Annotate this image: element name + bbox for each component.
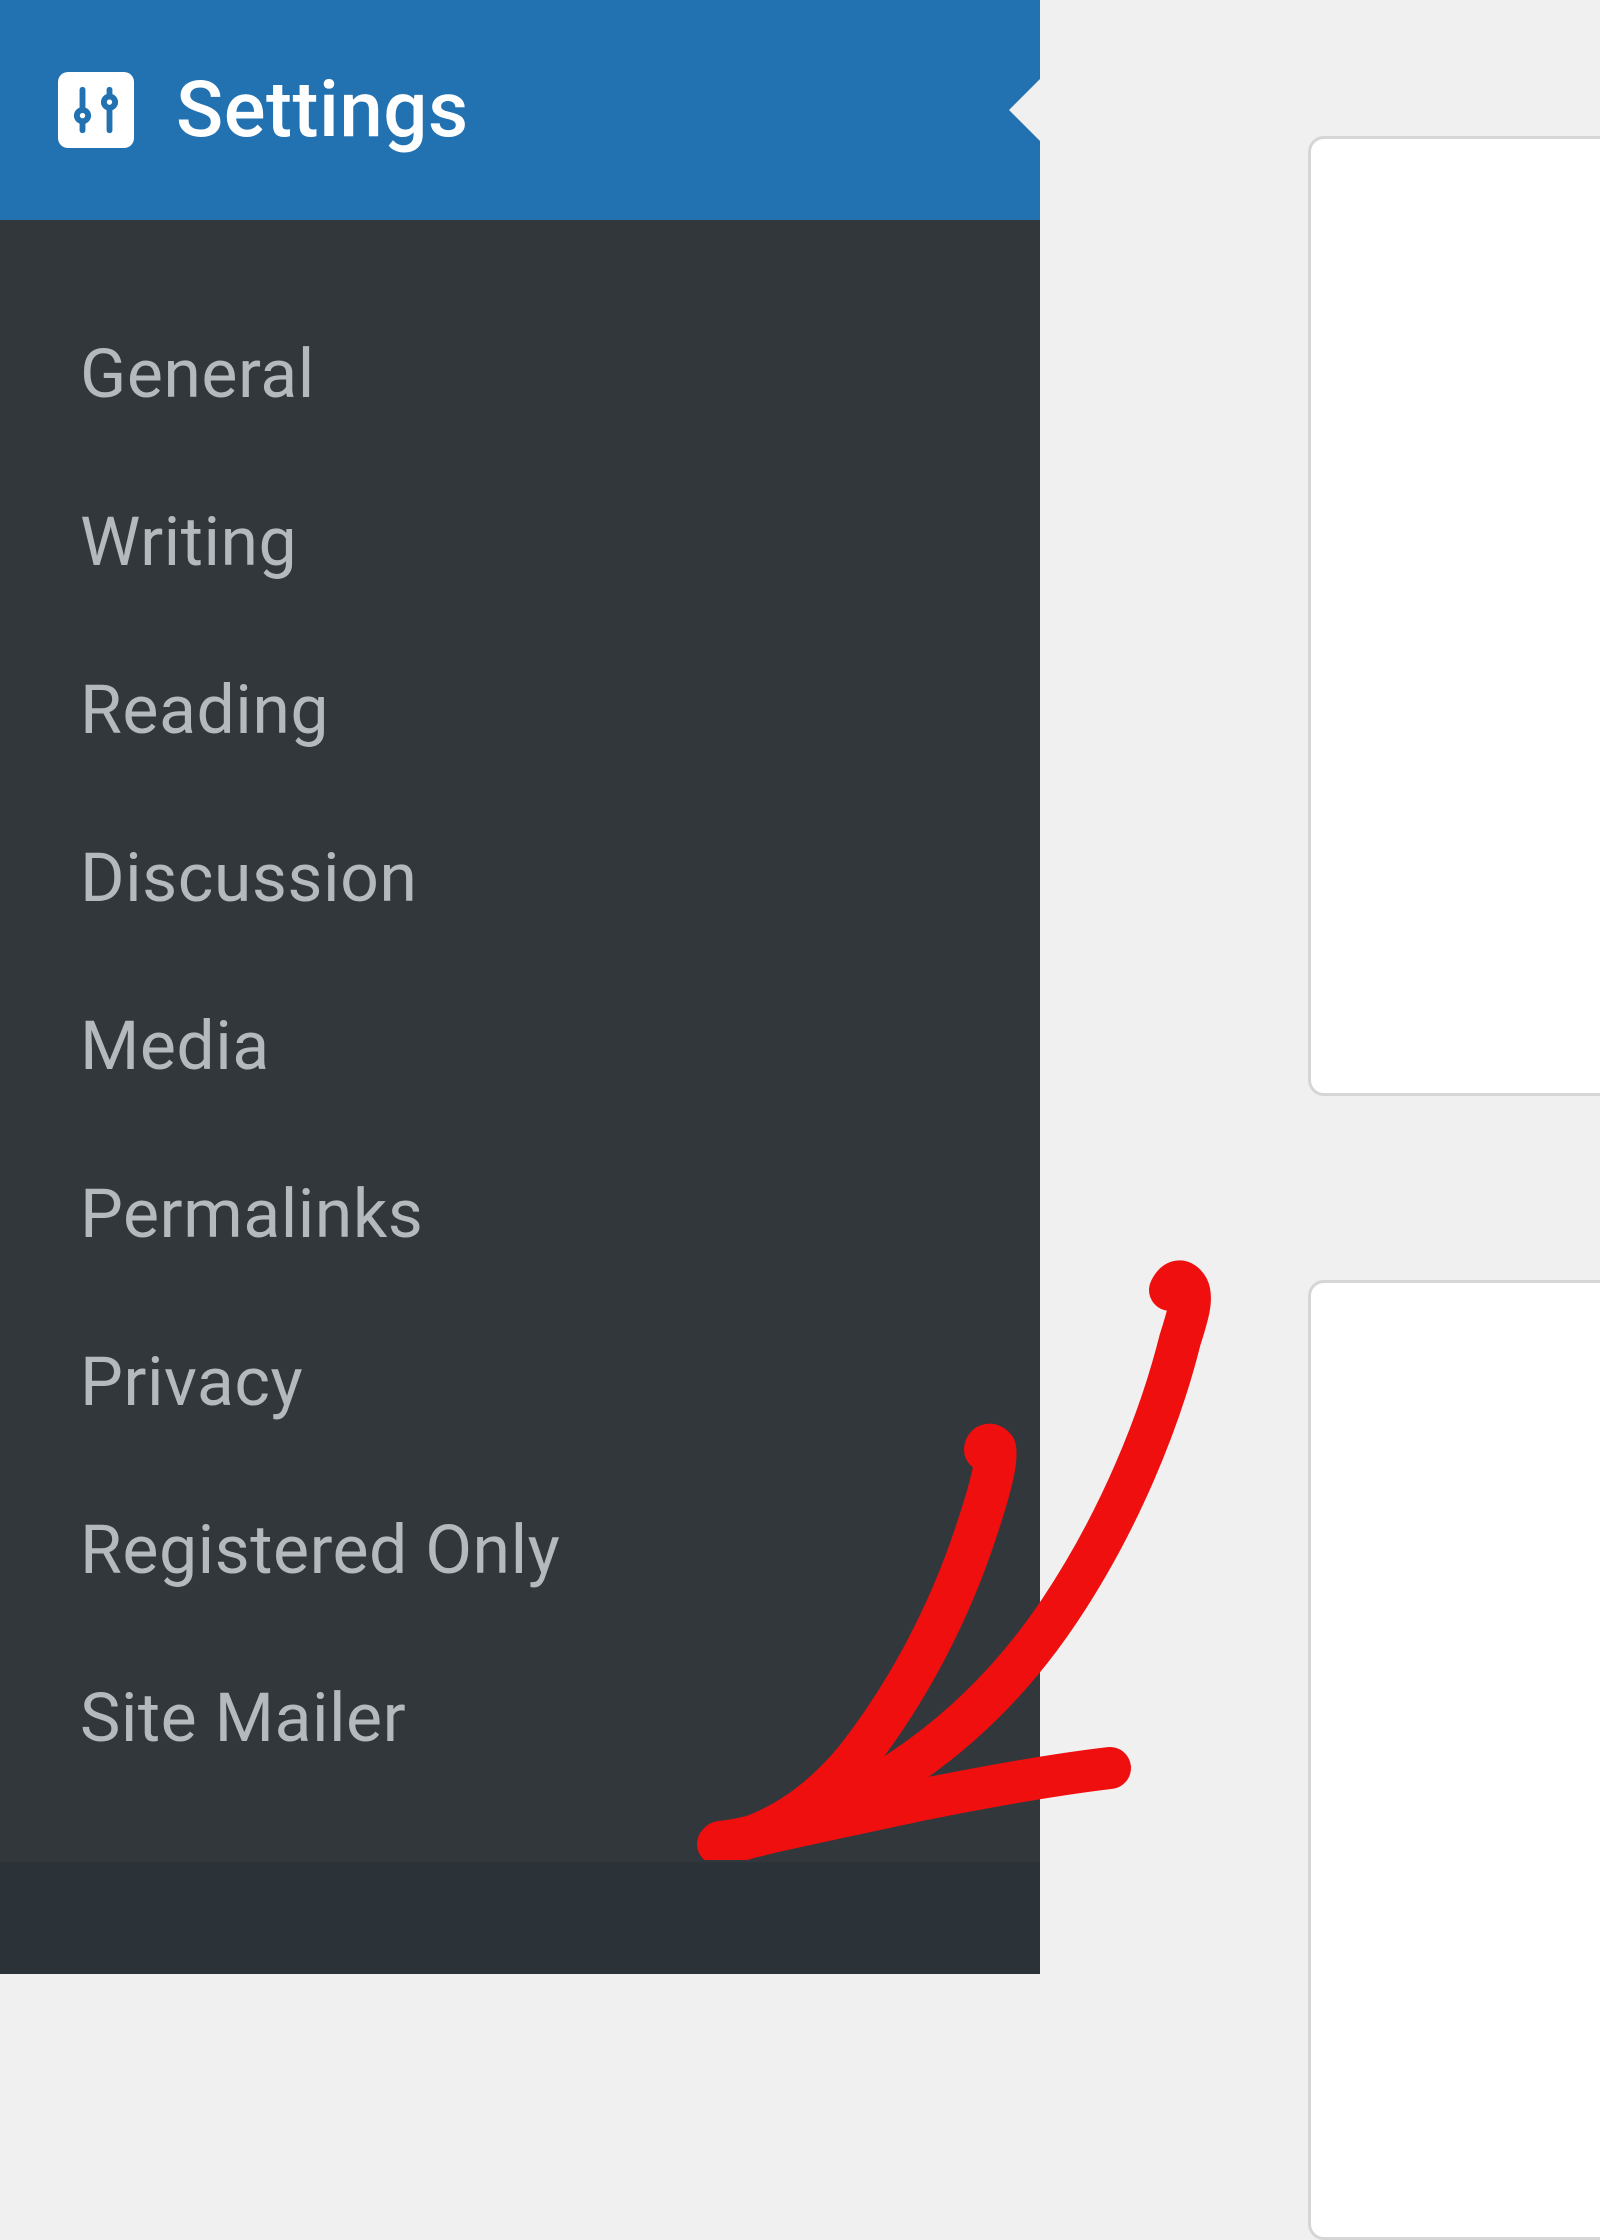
submenu-item-label: Writing — [80, 502, 297, 582]
submenu-item-label: Registered Only — [80, 1510, 560, 1590]
sliders-icon — [58, 72, 134, 148]
submenu-item-permalinks[interactable]: Permalinks — [0, 1130, 1040, 1298]
submenu-item-label: Discussion — [80, 838, 417, 918]
content-panel — [1308, 1280, 1600, 2240]
submenu-item-registered-only[interactable]: Registered Only — [0, 1466, 1040, 1634]
submenu-item-label: General — [80, 334, 315, 414]
submenu-item-media[interactable]: Media — [0, 962, 1040, 1130]
submenu-item-general[interactable]: General — [0, 290, 1040, 458]
content-panel — [1308, 136, 1600, 1096]
submenu-item-label: Permalinks — [80, 1174, 423, 1254]
submenu-item-writing[interactable]: Writing — [0, 458, 1040, 626]
submenu-item-site-mailer[interactable]: Site Mailer — [0, 1634, 1040, 1802]
submenu-item-label: Reading — [80, 670, 329, 750]
submenu-item-discussion[interactable]: Discussion — [0, 794, 1040, 962]
active-menu-pointer-icon — [1009, 78, 1041, 142]
settings-submenu: General Writing Reading Discussion Media… — [0, 220, 1040, 1862]
submenu-item-label: Media — [80, 1006, 270, 1086]
admin-sidebar: Settings General Writing Reading Discuss… — [0, 0, 1040, 1974]
submenu-item-reading[interactable]: Reading — [0, 626, 1040, 794]
submenu-item-label: Privacy — [80, 1342, 303, 1422]
menu-header-settings[interactable]: Settings — [0, 0, 1040, 220]
content-area — [1040, 0, 1600, 1974]
menu-header-label: Settings — [176, 65, 469, 156]
submenu-item-label: Site Mailer — [80, 1678, 406, 1758]
submenu-item-privacy[interactable]: Privacy — [0, 1298, 1040, 1466]
